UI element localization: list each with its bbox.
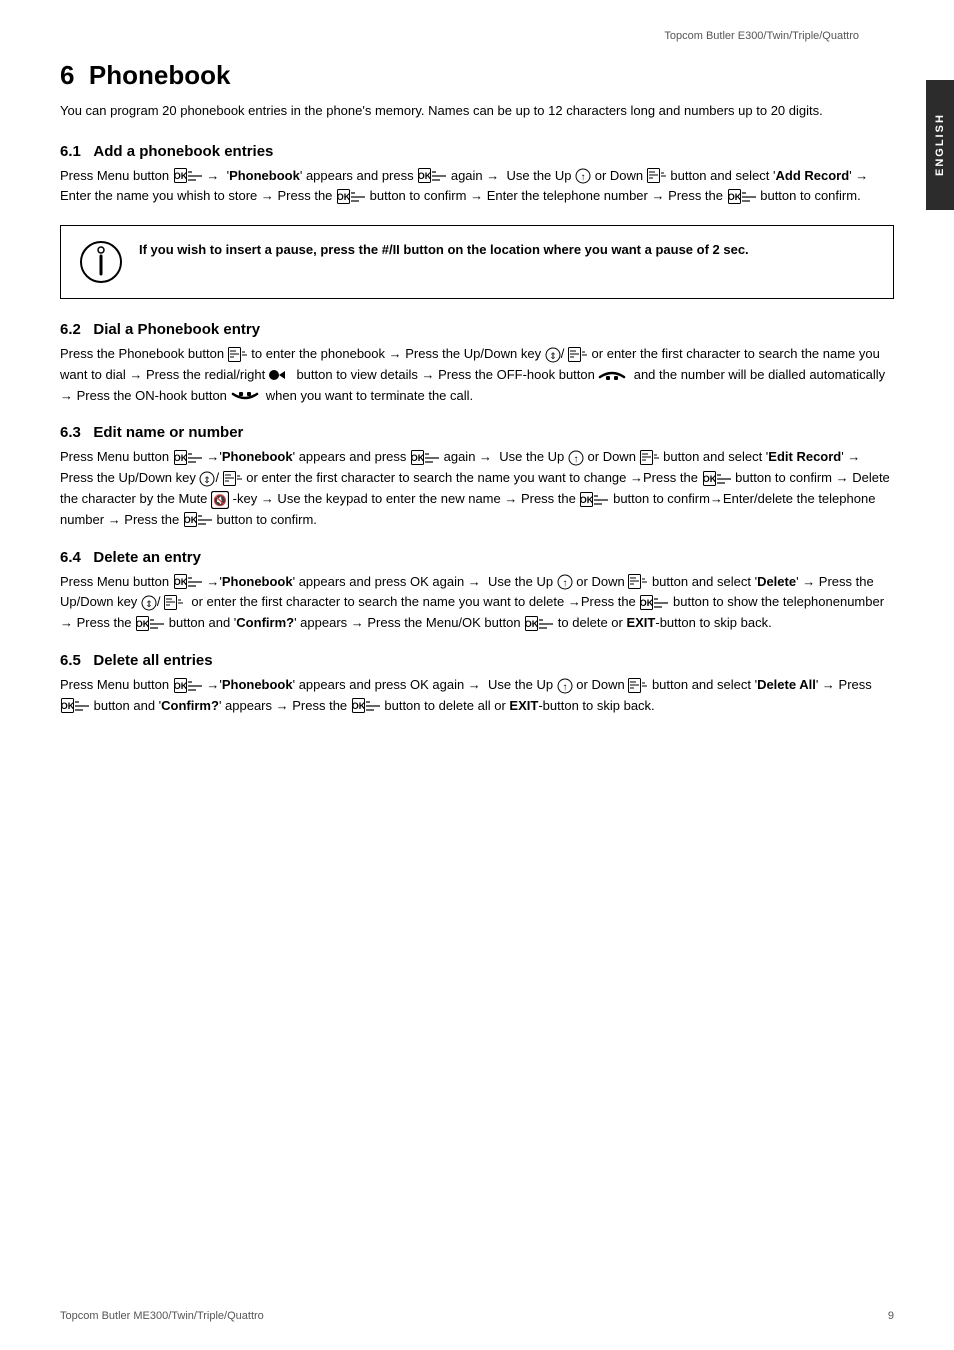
mute-icon: 🔇 — [211, 491, 229, 506]
top-header: Topcom Butler E300/Twin/Triple/Quattro — [60, 30, 894, 42]
up-icon-3: ↑ — [557, 574, 573, 589]
footer-right: 9 — [888, 1310, 894, 1322]
svg-text:OK: OK — [418, 171, 432, 181]
svg-text:OK: OK — [174, 577, 188, 587]
svg-text:OK: OK — [525, 619, 539, 629]
ok-menu-icon-10: OK — [174, 574, 202, 590]
updown-icon-3: ⇕ — [141, 594, 157, 609]
svg-text:OK: OK — [352, 701, 366, 711]
section-6-1-number: 6.1 — [60, 143, 81, 160]
notice-text: If you wish to insert a pause, press the… — [139, 240, 749, 260]
notice-box: If you wish to insert a pause, press the… — [60, 225, 894, 299]
section-6-4-label: Delete an entry — [93, 549, 201, 566]
ok-menu-icon-13: OK — [525, 616, 553, 632]
phonebook-icon-3 — [223, 470, 243, 485]
section-6-2-title: 6.2 Dial a Phonebook entry — [60, 321, 894, 338]
ok-menu-icon-7: OK — [703, 471, 731, 487]
section-6-3-number: 6.3 — [60, 424, 81, 441]
chapter-number: 6 — [60, 60, 74, 90]
ok-menu-icon-2: OK — [418, 168, 446, 184]
notice-icon — [79, 240, 123, 284]
chapter-intro: You can program 20 phonebook entries in … — [60, 101, 894, 121]
phonebook-icon-1 — [228, 346, 248, 361]
chapter-name: Phonebook — [89, 60, 231, 90]
ok-menu-icon-1: OK — [174, 168, 202, 184]
up-icon-2: ↑ — [568, 449, 584, 464]
svg-text:OK: OK — [640, 598, 654, 608]
section-6-1-body: Press Menu button OK → 'Phonebook' appea… — [60, 166, 894, 208]
section-6-3-label: Edit name or number — [93, 424, 243, 441]
down-icon-4 — [628, 677, 648, 692]
svg-text:↑: ↑ — [581, 172, 586, 183]
section-6-2-number: 6.2 — [60, 321, 81, 338]
notice-text-content: If you wish to insert a pause, press the… — [139, 242, 749, 257]
section-6-1-title: 6.1 Add a phonebook entries — [60, 143, 894, 160]
chapter-intro-text: You can program 20 phonebook entries in … — [60, 103, 823, 118]
side-tab: ENGLISH — [926, 80, 954, 210]
section-6-5-body: Press Menu button OK →'Phonebook' appear… — [60, 675, 894, 717]
svg-text:⇕: ⇕ — [549, 351, 557, 361]
svg-text:🔇: 🔇 — [213, 494, 227, 507]
footer-left: Topcom Butler ME300/Twin/Triple/Quattro — [60, 1310, 264, 1322]
svg-text:OK: OK — [703, 474, 717, 484]
section-6-3-body: Press Menu button OK →'Phonebook' appear… — [60, 447, 894, 530]
chapter-title: 6 Phonebook — [60, 60, 894, 91]
on-hook-icon — [231, 388, 259, 403]
ok-menu-icon-11: OK — [640, 595, 668, 611]
ok-menu-icon-8: OK — [580, 492, 608, 508]
svg-text:↑: ↑ — [562, 578, 567, 589]
phonebook-icon-4 — [164, 594, 184, 609]
svg-text:OK: OK — [136, 619, 150, 629]
section-6-4-number: 6.4 — [60, 549, 81, 566]
ok-menu-icon-4: OK — [728, 189, 756, 205]
up-icon-4: ↑ — [557, 677, 573, 692]
section-6-2-body: Press the Phonebook button to enter the … — [60, 344, 894, 406]
section-6-5-number: 6.5 — [60, 652, 81, 669]
svg-text:OK: OK — [337, 192, 351, 202]
section-6-3-title: 6.3 Edit name or number — [60, 424, 894, 441]
header-text: Topcom Butler E300/Twin/Triple/Quattro — [664, 30, 859, 42]
ok-menu-icon-16: OK — [352, 698, 380, 714]
off-hook-icon — [598, 367, 626, 382]
svg-text:OK: OK — [174, 453, 188, 463]
svg-text:⇕: ⇕ — [145, 599, 153, 609]
redial-icon — [269, 367, 293, 382]
section-6-4-body: Press Menu button OK →'Phonebook' appear… — [60, 572, 894, 634]
ok-menu-icon-15: OK — [61, 698, 89, 714]
svg-text:↑: ↑ — [573, 454, 578, 465]
svg-text:OK: OK — [411, 453, 425, 463]
section-6-5-title: 6.5 Delete all entries — [60, 652, 894, 669]
svg-text:OK: OK — [184, 515, 198, 525]
ok-menu-icon-9: OK — [184, 512, 212, 528]
svg-text:↑: ↑ — [562, 682, 567, 693]
section-6-2-label: Dial a Phonebook entry — [93, 321, 260, 338]
section-6-1-label: Add a phonebook entries — [93, 143, 273, 160]
side-tab-label: ENGLISH — [934, 114, 946, 177]
svg-text:OK: OK — [174, 171, 188, 181]
down-icon-1 — [647, 168, 667, 183]
footer: Topcom Butler ME300/Twin/Triple/Quattro … — [60, 1310, 894, 1322]
svg-text:OK: OK — [728, 192, 742, 202]
ok-menu-icon-14: OK — [174, 678, 202, 694]
section-6-4-title: 6.4 Delete an entry — [60, 549, 894, 566]
svg-text:OK: OK — [580, 495, 594, 505]
ok-menu-icon-12: OK — [136, 616, 164, 632]
up-icon-1: ↑ — [575, 168, 591, 183]
down-icon-2 — [640, 449, 660, 464]
down-icon-3 — [628, 574, 648, 589]
phonebook-icon-2 — [568, 346, 588, 361]
ok-menu-icon-5: OK — [174, 450, 202, 466]
svg-text:OK: OK — [174, 681, 188, 691]
updown-icon-2: ⇕ — [199, 470, 215, 485]
updown-icon-1: ⇕ — [545, 346, 561, 361]
svg-text:OK: OK — [61, 701, 75, 711]
ok-menu-icon-6: OK — [411, 450, 439, 466]
page: Topcom Butler E300/Twin/Triple/Quattro E… — [0, 0, 954, 1350]
ok-menu-icon-3: OK — [337, 189, 365, 205]
section-6-5-label: Delete all entries — [93, 652, 212, 669]
svg-text:⇕: ⇕ — [204, 475, 212, 485]
